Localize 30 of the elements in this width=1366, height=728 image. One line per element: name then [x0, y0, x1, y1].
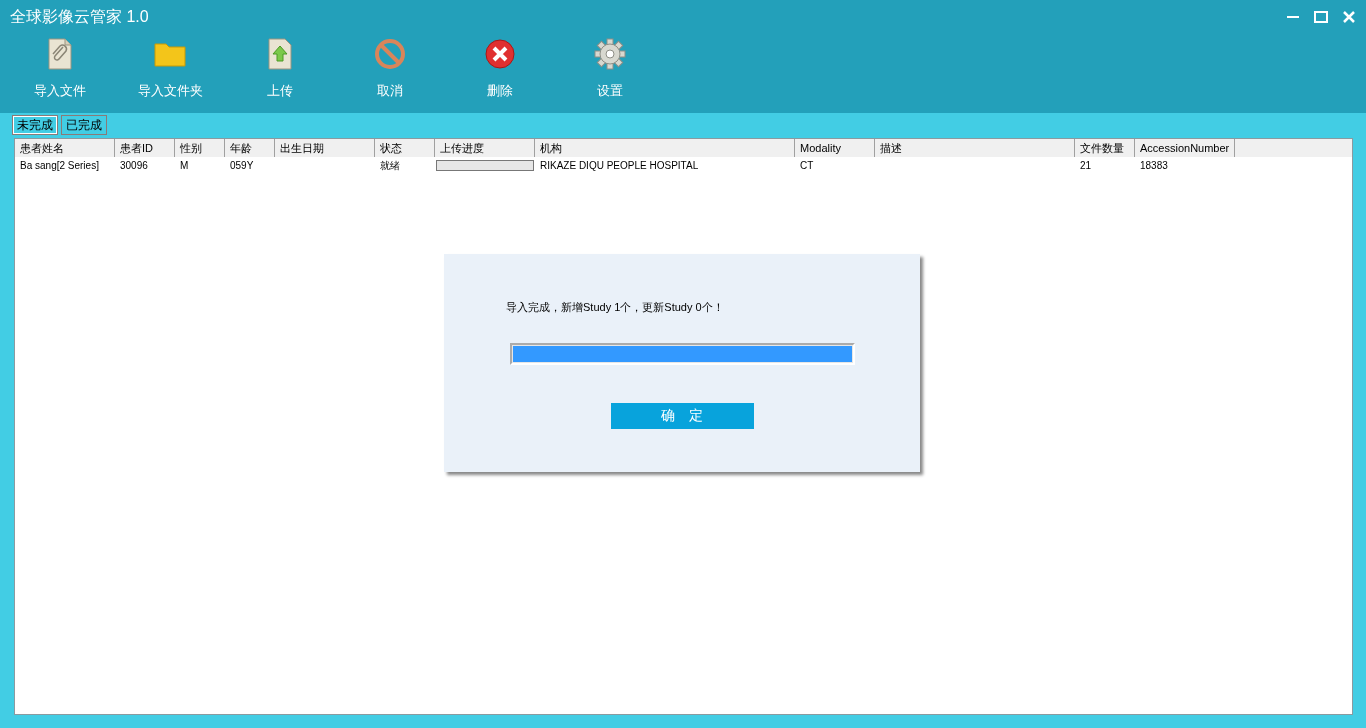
column-header[interactable]: 机构: [535, 139, 795, 157]
table-cell-text: 059Y: [229, 160, 255, 171]
table-cell-text: RIKAZE DIQU PEOPLE HOSPITAL: [539, 160, 700, 171]
maximize-icon[interactable]: [1314, 10, 1328, 24]
table-cell-text: 18383: [1139, 160, 1169, 171]
column-header[interactable]: 文件数量: [1075, 139, 1135, 157]
column-header[interactable]: 状态: [375, 139, 435, 157]
tab[interactable]: 已完成: [61, 115, 107, 135]
dialog-message: 导入完成，新增Study 1个，更新Study 0个！: [506, 300, 724, 315]
column-header[interactable]: 性别: [175, 139, 225, 157]
column-header[interactable]: 出生日期: [275, 139, 375, 157]
table-cell-text: Ba sang[2 Series]: [19, 160, 100, 171]
column-header[interactable]: 患者姓名: [15, 139, 115, 157]
settings-icon: [594, 38, 626, 70]
table-cell-text: 21: [1079, 160, 1093, 171]
column-header[interactable]: 上传进度: [435, 139, 535, 157]
prohibited-icon: [374, 38, 406, 70]
table-cell-text: 就绪: [379, 158, 401, 173]
window-title: 全球影像云管家 1.0: [10, 6, 150, 27]
delete-icon: [484, 38, 516, 70]
table-cell-text: M: [179, 160, 190, 171]
column-header[interactable]: 年龄: [225, 139, 275, 157]
column-header[interactable]: 患者ID: [115, 139, 175, 157]
table-cell-text: 30096: [119, 160, 149, 171]
column-header[interactable]: AccessionNumber: [1135, 139, 1235, 157]
tab[interactable]: 未完成: [12, 115, 58, 135]
close-icon[interactable]: [1342, 10, 1356, 24]
column-header[interactable]: Modality: [795, 139, 875, 157]
column-header[interactable]: 描述: [875, 139, 1075, 157]
table-cell-text: CT: [799, 160, 815, 171]
